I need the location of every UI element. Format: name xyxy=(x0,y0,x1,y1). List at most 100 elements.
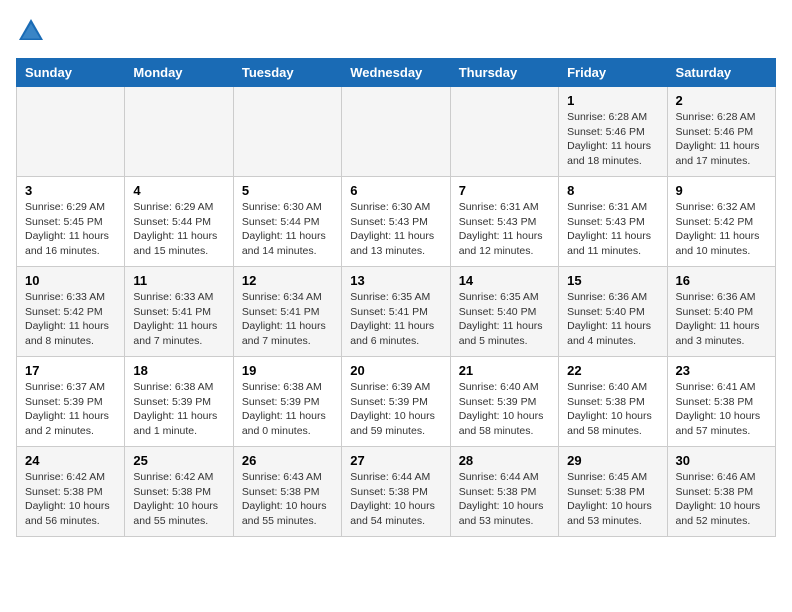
day-cell: 25Sunrise: 6:42 AM Sunset: 5:38 PM Dayli… xyxy=(125,447,233,537)
day-number: 26 xyxy=(242,453,333,468)
day-number: 23 xyxy=(676,363,767,378)
day-info: Sunrise: 6:33 AM Sunset: 5:41 PM Dayligh… xyxy=(133,290,224,349)
day-info: Sunrise: 6:38 AM Sunset: 5:39 PM Dayligh… xyxy=(133,380,224,439)
day-cell: 15 Sunrise: 6:36 AM Sunset: 5:40 PM Dayli… xyxy=(559,267,667,357)
day-cell: 4 Sunrise: 6:29 AM Sunset: 5:44 PM Daylig… xyxy=(125,177,233,267)
day-number: 13 xyxy=(350,273,441,288)
day-cell: 26 Sunrise: 6:43 AM Sunset: 5:38 PM Dayli… xyxy=(233,447,341,537)
week-row-1: 1 Sunrise: 6:28 AM Sunset: 5:46 PM Daylig… xyxy=(17,87,776,177)
day-cell: 29 Sunrise: 6:45 AM Sunset: 5:38 PM Dayli… xyxy=(559,447,667,537)
day-cell: 1 Sunrise: 6:28 AM Sunset: 5:46 PM Daylig… xyxy=(559,87,667,177)
header xyxy=(16,16,776,46)
day-cell xyxy=(233,87,341,177)
week-row-2: 3 Sunrise: 6:29 AM Sunset: 5:45 PM Daylig… xyxy=(17,177,776,267)
day-info: Sunrise: 6:31 AM Sunset: 5:43 PM Dayligh… xyxy=(459,200,550,259)
day-number: 14 xyxy=(459,273,550,288)
day-info: Sunrise: 6:29 AM Sunset: 5:44 PM Dayligh… xyxy=(133,200,224,259)
day-number: 24 xyxy=(25,453,116,468)
day-cell: 3 Sunrise: 6:29 AM Sunset: 5:45 PM Daylig… xyxy=(17,177,125,267)
day-info: Sunrise: 6:41 AM Sunset: 5:38 PM Dayligh… xyxy=(676,380,767,439)
day-number: 4 xyxy=(133,183,224,198)
day-info: Sunrise: 6:28 AM Sunset: 5:46 PM Dayligh… xyxy=(676,110,767,169)
day-info: Sunrise: 6:40 AM Sunset: 5:38 PM Dayligh… xyxy=(567,380,658,439)
day-info: Sunrise: 6:44 AM Sunset: 5:38 PM Dayligh… xyxy=(459,470,550,529)
day-cell xyxy=(17,87,125,177)
day-number: 30 xyxy=(676,453,767,468)
day-cell: 6Sunrise: 6:30 AM Sunset: 5:43 PM Daylig… xyxy=(342,177,450,267)
day-cell: 9 Sunrise: 6:32 AM Sunset: 5:42 PM Daylig… xyxy=(667,177,775,267)
day-cell xyxy=(450,87,558,177)
day-number: 2 xyxy=(676,93,767,108)
day-cell: 20Sunrise: 6:39 AM Sunset: 5:39 PM Dayli… xyxy=(342,357,450,447)
day-cell: 22 Sunrise: 6:40 AM Sunset: 5:38 PM Dayli… xyxy=(559,357,667,447)
day-header-friday: Friday xyxy=(559,59,667,87)
day-info: Sunrise: 6:34 AM Sunset: 5:41 PM Dayligh… xyxy=(242,290,333,349)
day-info: Sunrise: 6:33 AM Sunset: 5:42 PM Dayligh… xyxy=(25,290,116,349)
day-number: 3 xyxy=(25,183,116,198)
day-info: Sunrise: 6:37 AM Sunset: 5:39 PM Dayligh… xyxy=(25,380,116,439)
day-info: Sunrise: 6:36 AM Sunset: 5:40 PM Dayligh… xyxy=(676,290,767,349)
day-cell: 13 Sunrise: 6:35 AM Sunset: 5:41 PM Dayli… xyxy=(342,267,450,357)
day-header-saturday: Saturday xyxy=(667,59,775,87)
day-number: 16 xyxy=(676,273,767,288)
day-info: Sunrise: 6:31 AM Sunset: 5:43 PM Dayligh… xyxy=(567,200,658,259)
day-cell: 19 Sunrise: 6:38 AM Sunset: 5:39 PM Dayli… xyxy=(233,357,341,447)
day-cell: 8Sunrise: 6:31 AM Sunset: 5:43 PM Daylig… xyxy=(559,177,667,267)
day-number: 1 xyxy=(567,93,658,108)
day-cell: 17 Sunrise: 6:37 AM Sunset: 5:39 PM Dayli… xyxy=(17,357,125,447)
day-info: Sunrise: 6:29 AM Sunset: 5:45 PM Dayligh… xyxy=(25,200,116,259)
day-info: Sunrise: 6:30 AM Sunset: 5:44 PM Dayligh… xyxy=(242,200,333,259)
week-row-3: 10 Sunrise: 6:33 AM Sunset: 5:42 PM Dayli… xyxy=(17,267,776,357)
day-number: 27 xyxy=(350,453,441,468)
day-number: 11 xyxy=(133,273,224,288)
day-cell: 7 Sunrise: 6:31 AM Sunset: 5:43 PM Daylig… xyxy=(450,177,558,267)
day-number: 19 xyxy=(242,363,333,378)
day-headers-row: SundayMondayTuesdayWednesdayThursdayFrid… xyxy=(17,59,776,87)
day-info: Sunrise: 6:36 AM Sunset: 5:40 PM Dayligh… xyxy=(567,290,658,349)
day-number: 10 xyxy=(25,273,116,288)
day-cell: 2 Sunrise: 6:28 AM Sunset: 5:46 PM Daylig… xyxy=(667,87,775,177)
day-number: 15 xyxy=(567,273,658,288)
logo xyxy=(16,16,50,46)
day-info: Sunrise: 6:43 AM Sunset: 5:38 PM Dayligh… xyxy=(242,470,333,529)
day-cell: 21Sunrise: 6:40 AM Sunset: 5:39 PM Dayli… xyxy=(450,357,558,447)
day-number: 7 xyxy=(459,183,550,198)
day-cell: 16 Sunrise: 6:36 AM Sunset: 5:40 PM Dayli… xyxy=(667,267,775,357)
day-cell xyxy=(125,87,233,177)
day-info: Sunrise: 6:46 AM Sunset: 5:38 PM Dayligh… xyxy=(676,470,767,529)
day-number: 22 xyxy=(567,363,658,378)
day-header-wednesday: Wednesday xyxy=(342,59,450,87)
week-row-5: 24 Sunrise: 6:42 AM Sunset: 5:38 PM Dayli… xyxy=(17,447,776,537)
day-cell: 28 Sunrise: 6:44 AM Sunset: 5:38 PM Dayli… xyxy=(450,447,558,537)
calendar-table: SundayMondayTuesdayWednesdayThursdayFrid… xyxy=(16,58,776,537)
day-header-thursday: Thursday xyxy=(450,59,558,87)
day-info: Sunrise: 6:42 AM Sunset: 5:38 PM Dayligh… xyxy=(133,470,224,529)
day-info: Sunrise: 6:35 AM Sunset: 5:41 PM Dayligh… xyxy=(350,290,441,349)
day-number: 29 xyxy=(567,453,658,468)
day-cell: 18 Sunrise: 6:38 AM Sunset: 5:39 PM Dayli… xyxy=(125,357,233,447)
day-info: Sunrise: 6:45 AM Sunset: 5:38 PM Dayligh… xyxy=(567,470,658,529)
day-info: Sunrise: 6:42 AM Sunset: 5:38 PM Dayligh… xyxy=(25,470,116,529)
day-number: 17 xyxy=(25,363,116,378)
day-info: Sunrise: 6:28 AM Sunset: 5:46 PM Dayligh… xyxy=(567,110,658,169)
day-cell: 24 Sunrise: 6:42 AM Sunset: 5:38 PM Dayli… xyxy=(17,447,125,537)
day-header-sunday: Sunday xyxy=(17,59,125,87)
day-number: 18 xyxy=(133,363,224,378)
day-cell: 30 Sunrise: 6:46 AM Sunset: 5:38 PM Dayli… xyxy=(667,447,775,537)
logo-icon xyxy=(16,16,46,46)
week-row-4: 17 Sunrise: 6:37 AM Sunset: 5:39 PM Dayli… xyxy=(17,357,776,447)
day-info: Sunrise: 6:35 AM Sunset: 5:40 PM Dayligh… xyxy=(459,290,550,349)
day-number: 12 xyxy=(242,273,333,288)
day-header-tuesday: Tuesday xyxy=(233,59,341,87)
day-info: Sunrise: 6:40 AM Sunset: 5:39 PM Dayligh… xyxy=(459,380,550,439)
day-number: 28 xyxy=(459,453,550,468)
day-cell: 10 Sunrise: 6:33 AM Sunset: 5:42 PM Dayli… xyxy=(17,267,125,357)
day-number: 9 xyxy=(676,183,767,198)
day-number: 6 xyxy=(350,183,441,198)
day-cell: 12 Sunrise: 6:34 AM Sunset: 5:41 PM Dayli… xyxy=(233,267,341,357)
day-number: 5 xyxy=(242,183,333,198)
day-cell: 23 Sunrise: 6:41 AM Sunset: 5:38 PM Dayli… xyxy=(667,357,775,447)
day-info: Sunrise: 6:32 AM Sunset: 5:42 PM Dayligh… xyxy=(676,200,767,259)
day-info: Sunrise: 6:38 AM Sunset: 5:39 PM Dayligh… xyxy=(242,380,333,439)
day-header-monday: Monday xyxy=(125,59,233,87)
